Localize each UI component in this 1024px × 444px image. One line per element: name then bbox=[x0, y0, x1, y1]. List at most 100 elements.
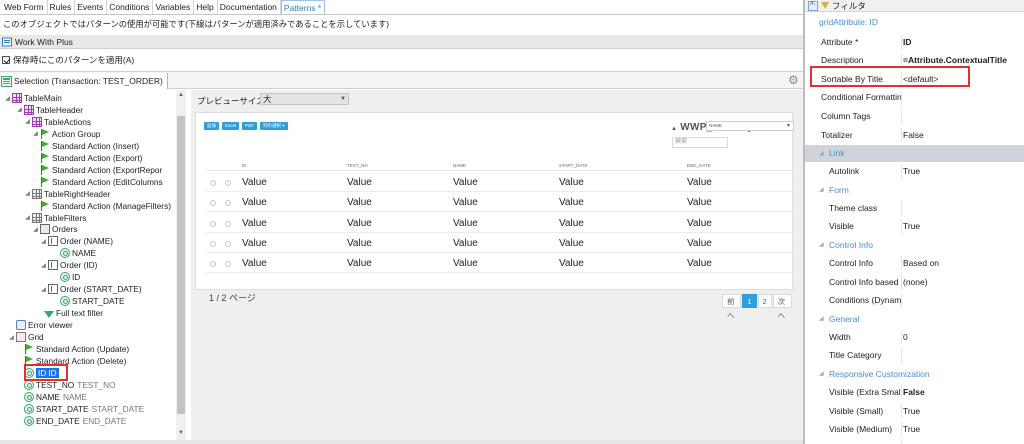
tab-web-form[interactable]: Web Form bbox=[2, 0, 48, 14]
scroll-up-icon[interactable]: ▲ bbox=[178, 92, 184, 98]
grid-row[interactable]: Value Value Value Value Value bbox=[206, 192, 794, 213]
tree-node[interactable]: ◢ TableHeader bbox=[16, 104, 83, 116]
expand-arrow-icon[interactable]: ◢ bbox=[8, 334, 15, 341]
tree-node[interactable]: Full text filter bbox=[36, 307, 103, 319]
property-row[interactable]: Totalizer False bbox=[805, 125, 1024, 144]
collapse-arrow-icon[interactable]: ◢ bbox=[819, 186, 824, 193]
tab-events[interactable]: Events bbox=[75, 0, 108, 14]
row-radio[interactable] bbox=[225, 220, 231, 227]
tree-node[interactable]: NAME NAME bbox=[16, 391, 87, 403]
tree-node[interactable]: Error viewer bbox=[8, 319, 73, 331]
property-value[interactable]: =Attribute.ContextualTitle bbox=[903, 55, 1007, 65]
sort-alphabetical-icon[interactable]: A↓ bbox=[808, 0, 818, 11]
pager-page-2[interactable]: 2 bbox=[757, 294, 772, 308]
tab-rules[interactable]: Rules bbox=[48, 0, 76, 14]
property-row[interactable]: Width 0 bbox=[805, 327, 1024, 346]
tree-node[interactable]: ID bbox=[52, 271, 80, 283]
tree-node[interactable]: START_DATE bbox=[52, 295, 125, 307]
row-radio[interactable] bbox=[210, 220, 216, 227]
property-value[interactable]: True bbox=[903, 221, 920, 231]
tree-node[interactable]: ◢ Grid bbox=[8, 331, 44, 343]
collapse-arrow-icon[interactable]: ◢ bbox=[819, 241, 824, 248]
insert-button[interactable]: 追加 bbox=[204, 122, 219, 130]
property-group[interactable]: ◢ Link bbox=[805, 144, 1024, 162]
grid-column-header[interactable]: START_DATE bbox=[559, 163, 588, 168]
property-group[interactable]: ◢ Responsive Customization bbox=[805, 365, 1024, 382]
expand-arrow-icon[interactable]: ◢ bbox=[4, 95, 11, 102]
expand-arrow-icon[interactable]: ◢ bbox=[40, 238, 47, 245]
property-group[interactable]: ◢ General bbox=[805, 310, 1024, 327]
property-group[interactable]: ◢ Control Info bbox=[805, 236, 1024, 253]
tree-node[interactable]: Standard Action (Export) bbox=[32, 152, 142, 164]
grid-column-header[interactable]: END_DATE bbox=[687, 163, 711, 168]
grid-column-header[interactable]: TEST_NO bbox=[347, 163, 368, 168]
grid-column-header[interactable]: NAME bbox=[453, 163, 466, 168]
tree-node[interactable]: Standard Action (Update) bbox=[16, 343, 129, 355]
apply-on-save-checkbox[interactable] bbox=[2, 56, 10, 64]
expand-arrow-icon[interactable]: ◢ bbox=[40, 262, 47, 269]
pager-page-1[interactable]: 1 bbox=[742, 294, 757, 308]
tree-node[interactable]: ◢ Order (NAME) bbox=[40, 235, 113, 247]
tree-node[interactable]: Standard Action (ManageFilters) bbox=[32, 200, 171, 212]
property-row[interactable]: Visible (Extra Small) False bbox=[805, 382, 1024, 401]
pager-next[interactable]: 次へ bbox=[772, 294, 792, 320]
select-columns-button[interactable]: 列の選択 ▾ bbox=[260, 122, 288, 130]
orderby-select[interactable]: NAME ▼ bbox=[706, 121, 794, 131]
expand-arrow-icon[interactable]: ◢ bbox=[16, 106, 23, 113]
tab-patterns[interactable]: Patterns * bbox=[280, 0, 326, 14]
property-row[interactable]: Visible (Small) True bbox=[805, 401, 1024, 420]
property-row[interactable]: Conditions (Dynamic) bbox=[805, 291, 1024, 310]
property-row[interactable]: Title Category bbox=[805, 346, 1024, 365]
tree-node[interactable]: Standard Action (EditColumns bbox=[32, 176, 163, 188]
scroll-down-icon[interactable]: ▼ bbox=[178, 430, 184, 436]
filter-label[interactable]: フィルタ bbox=[832, 0, 866, 12]
tree-node[interactable]: START_DATE START_DATE bbox=[16, 403, 144, 415]
horizontal-scrollbar[interactable] bbox=[0, 440, 803, 444]
search-input[interactable]: 検索 bbox=[672, 137, 728, 148]
tree-node[interactable]: END_DATE END_DATE bbox=[16, 415, 126, 427]
property-row[interactable]: Visible (Large)True bbox=[805, 438, 1024, 444]
tree-node[interactable]: ◢ Action Group bbox=[32, 128, 100, 140]
property-row[interactable]: Theme class bbox=[805, 198, 1024, 217]
row-radio[interactable] bbox=[210, 180, 216, 186]
excel-button[interactable]: Excel bbox=[222, 122, 240, 130]
property-row[interactable]: Visible (Medium) True bbox=[805, 420, 1024, 439]
tree-node[interactable]: ◢ Order (ID) bbox=[40, 259, 97, 271]
property-group[interactable]: ◢ Form bbox=[805, 181, 1024, 198]
filter-icon[interactable] bbox=[821, 2, 829, 9]
selection-tab[interactable]: Selection (Transaction: TEST_ORDER) bbox=[0, 73, 168, 89]
property-value[interactable]: Based on bbox=[903, 258, 939, 268]
tree-node[interactable]: ◢ TableFilters bbox=[24, 212, 86, 224]
property-row[interactable]: Conditional Formatting bbox=[805, 88, 1024, 107]
row-radio[interactable] bbox=[210, 261, 216, 268]
row-radio[interactable] bbox=[225, 180, 231, 186]
property-row[interactable]: Autolink True bbox=[805, 162, 1024, 181]
grid-row[interactable]: Value Value Value Value Value bbox=[206, 172, 794, 192]
row-radio[interactable] bbox=[225, 200, 231, 207]
tree-node[interactable]: ◢ TableRightHeader bbox=[24, 188, 110, 200]
expand-arrow-icon[interactable]: ◢ bbox=[40, 286, 47, 293]
property-value[interactable]: True bbox=[903, 424, 920, 434]
expand-arrow-icon[interactable]: ◢ bbox=[24, 190, 31, 197]
tree-scroll-thumb[interactable] bbox=[177, 116, 185, 414]
property-row[interactable]: Control Info based on(none) bbox=[805, 272, 1024, 291]
tree-node[interactable]: NAME bbox=[52, 247, 96, 259]
property-value[interactable]: 0 bbox=[903, 332, 908, 342]
tree-node[interactable]: Standard Action (ExportRepor bbox=[32, 164, 162, 176]
collapse-arrow-icon[interactable]: ◢ bbox=[819, 315, 824, 322]
tree-node[interactable]: ◢ TableActions bbox=[24, 116, 91, 128]
expand-arrow-icon[interactable]: ◢ bbox=[32, 130, 39, 137]
expand-arrow-icon[interactable]: ◢ bbox=[24, 118, 31, 125]
row-radio[interactable] bbox=[210, 200, 216, 207]
pager-prev[interactable]: 前へ bbox=[722, 294, 742, 320]
gear-icon[interactable]: ⚙ bbox=[788, 74, 800, 86]
tree-node[interactable]: Standard Action (Insert) bbox=[32, 140, 139, 152]
row-radio[interactable] bbox=[210, 240, 216, 247]
property-value[interactable]: ID bbox=[903, 37, 912, 47]
property-row[interactable]: Attribute * ID bbox=[805, 32, 1024, 51]
expand-arrow-icon[interactable]: ◢ bbox=[32, 226, 39, 233]
property-value[interactable]: True bbox=[903, 406, 920, 416]
property-value[interactable]: (none) bbox=[903, 277, 928, 287]
grid-row[interactable]: Value Value Value Value Value bbox=[206, 213, 794, 233]
work-with-plus-tab[interactable]: Work With Plus bbox=[15, 37, 73, 47]
